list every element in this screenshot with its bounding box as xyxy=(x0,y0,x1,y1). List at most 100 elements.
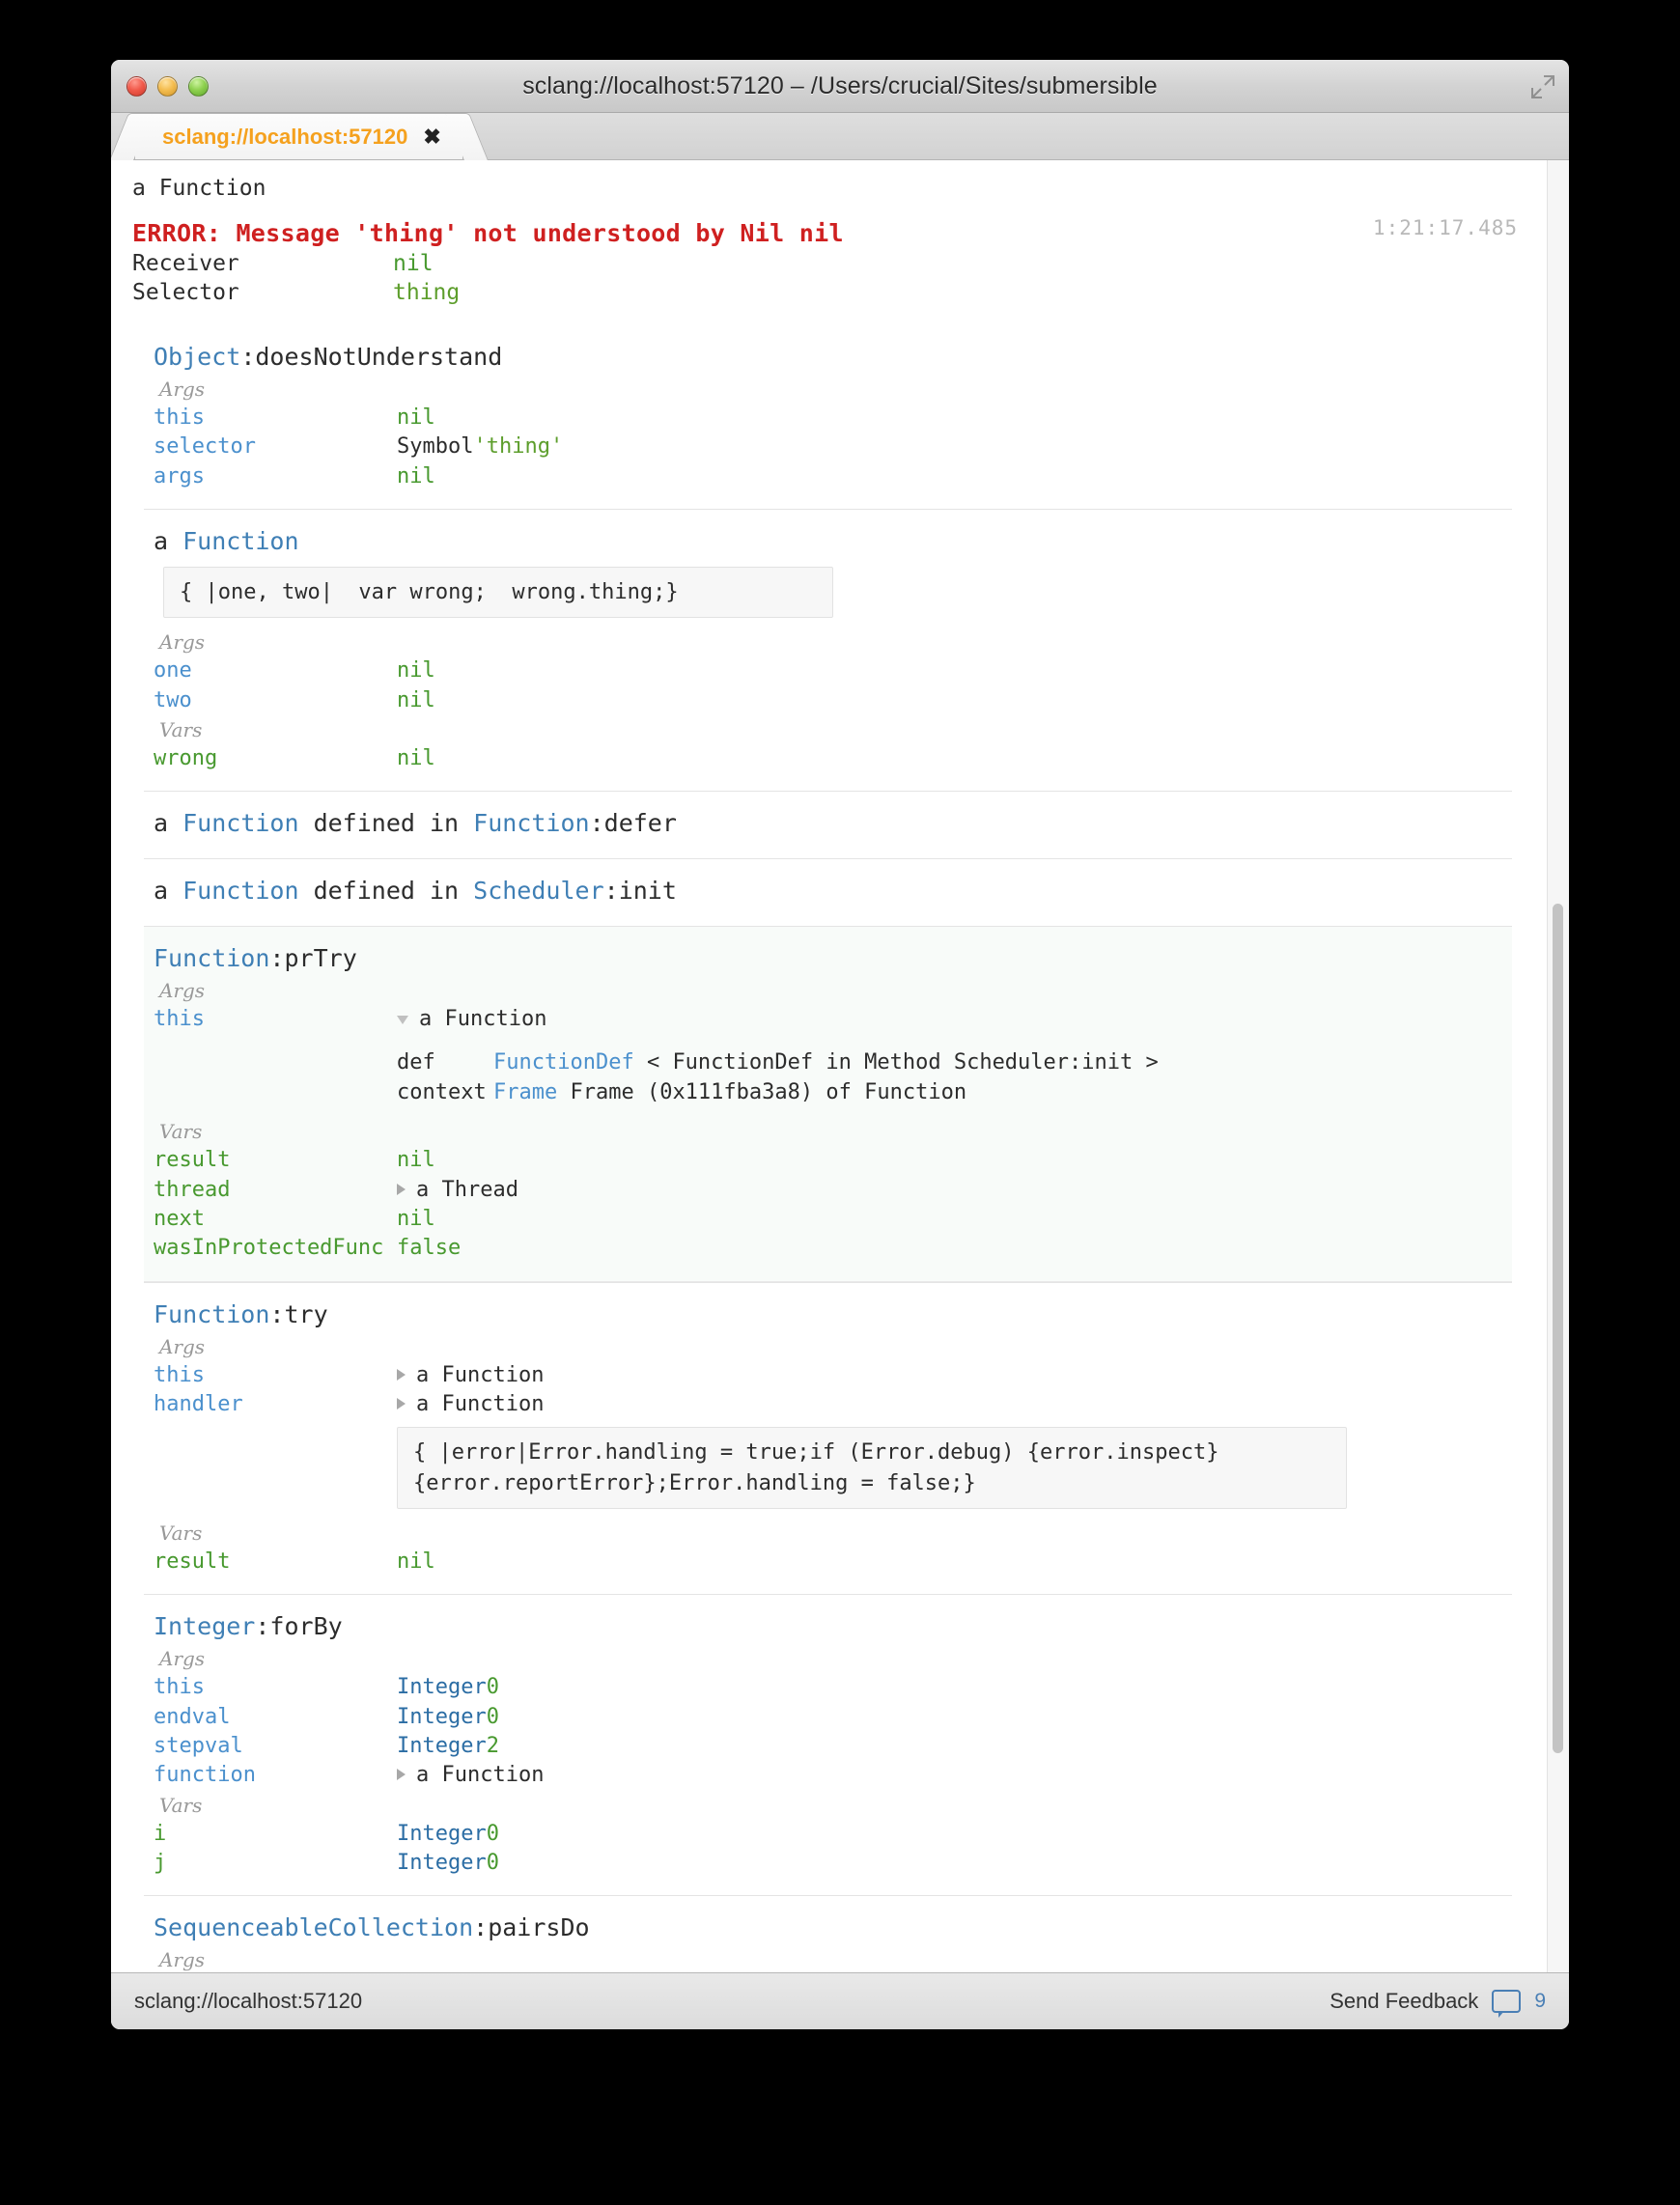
stack-frame-integer-forby[interactable]: Integer:forBy Args this Integer 0 endval Inte… xyxy=(144,1594,1512,1895)
error-receiver-value: nil xyxy=(393,250,434,276)
args-section-label: Args xyxy=(159,1948,206,1972)
variable-row[interactable]: args nil xyxy=(144,462,1512,491)
variable-row[interactable]: stepval Integer 2 xyxy=(144,1732,1512,1761)
scrollbar-thumb[interactable] xyxy=(1553,904,1563,1753)
variable-name: this xyxy=(154,405,205,430)
stack-frame-a-function-defined-in-scheduler-init[interactable]: a Function defined in Scheduler:init xyxy=(144,858,1512,926)
frame-defining-class: Scheduler xyxy=(473,877,604,906)
variable-row[interactable]: function a Function xyxy=(144,1761,1512,1790)
frame-header-prefix: a xyxy=(154,877,183,906)
detail-row: def FunctionDef < FunctionDef in Method S… xyxy=(144,1048,1512,1078)
variable-value: Integer 0 xyxy=(397,1704,499,1729)
variable-value: nil xyxy=(397,658,435,684)
vars-section-label: Vars xyxy=(159,1521,203,1545)
variable-row[interactable]: wasInProtectedFunc false xyxy=(144,1234,1512,1263)
disclosure-triangle-right[interactable] xyxy=(397,1183,406,1195)
variable-row[interactable]: endval Integer 0 xyxy=(144,1703,1512,1732)
source-code-box[interactable]: { |one, two| var wrong; wrong.thing;} xyxy=(163,567,833,619)
tab-sclang-localhost[interactable]: sclang://localhost:57120 ✖ xyxy=(134,113,463,159)
frame-header-prefix: a xyxy=(154,527,183,556)
variable-value: Symbol 'thing' xyxy=(397,434,564,460)
variable-value: false xyxy=(397,1236,462,1261)
error-selector-value: thing xyxy=(393,280,461,306)
variable-value: nil xyxy=(397,463,435,488)
variable-name: handler xyxy=(154,1392,243,1417)
args-section-label: Args xyxy=(159,377,206,401)
variable-row[interactable]: this a Function xyxy=(144,1005,1512,1034)
variable-row[interactable]: j Integer 0 xyxy=(144,1849,1512,1878)
close-button[interactable] xyxy=(126,75,147,97)
variable-value: Integer 0 xyxy=(397,1851,499,1876)
frame-title: a Function xyxy=(144,521,1512,559)
disclosure-triangle-right[interactable] xyxy=(397,1769,406,1781)
error-receiver-label: Receiver xyxy=(132,250,239,276)
variable-value: Integer 0 xyxy=(397,1675,499,1700)
frame-title: SequenceableCollection:pairsDo xyxy=(144,1908,1512,1945)
stack-frame-a-function-defined-in-function-defer[interactable]: a Function defined in Function:defer xyxy=(144,791,1512,858)
variable-value: a Function xyxy=(397,1390,544,1419)
variable-row[interactable]: result nil xyxy=(144,1146,1512,1175)
variable-row[interactable]: two nil xyxy=(144,686,1512,715)
stack-frame-sequenceablecollection-pairsdo[interactable]: SequenceableCollection:pairsDoArgsthisAr… xyxy=(144,1895,1512,1972)
variable-name: stepval xyxy=(154,1734,243,1759)
handler-source-code-box[interactable]: { |error|Error.handling = true;if (Error… xyxy=(397,1427,1347,1509)
variable-row[interactable]: result nil xyxy=(144,1548,1512,1577)
frame-class-name: Function xyxy=(182,527,299,556)
frame-title: Function:prTry xyxy=(144,938,1512,976)
stack-frame-function-prtry[interactable]: Function:prTry Args this a Function def Funct… xyxy=(144,926,1512,1282)
tab-close-icon[interactable]: ✖ xyxy=(423,125,440,149)
variable-name: result xyxy=(154,1148,231,1173)
frame-title: Function:try xyxy=(144,1295,1512,1332)
variable-name: args xyxy=(154,463,205,488)
variable-value: a Function xyxy=(397,1761,544,1790)
variable-name: selector xyxy=(154,434,256,460)
frame-method-name: doesNotUnderstand xyxy=(255,342,503,371)
stack-frame-a-function-wrong-thing[interactable]: a Function { |one, two| var wrong; wrong.… xyxy=(144,509,1512,791)
disclosure-triangle-down[interactable] xyxy=(397,1016,408,1025)
frame-title: a Function defined in Function:defer xyxy=(144,803,1512,841)
variable-value: a Function xyxy=(397,1005,546,1034)
top-result-line: a Function xyxy=(132,176,266,201)
variable-row[interactable]: this a Function xyxy=(144,1361,1512,1390)
variable-row[interactable]: i Integer 0 xyxy=(144,1820,1512,1849)
variable-value: nil xyxy=(397,746,435,771)
frame-method-name: prTry xyxy=(284,944,357,973)
send-feedback-button[interactable]: Send Feedback xyxy=(1330,1989,1478,2014)
variable-row[interactable]: selector Symbol 'thing' xyxy=(144,433,1512,461)
args-section-label: Args xyxy=(159,630,206,655)
variable-row[interactable]: next nil xyxy=(144,1205,1512,1234)
vars-section-label: Vars xyxy=(159,1120,203,1144)
frame-title: a Function defined in Scheduler:init xyxy=(144,871,1512,908)
content-area: a Function 1:21:17.485 ERROR: Message 't… xyxy=(111,160,1569,1972)
window-title: sclang://localhost:57120 – /Users/crucia… xyxy=(522,71,1158,99)
variable-row[interactable]: this nil xyxy=(144,404,1512,433)
chat-bubble-icon[interactable] xyxy=(1492,1990,1522,2018)
stack-frame-object-doesnotunderstand[interactable]: Object:doesNotUnderstand Args this nil selec… xyxy=(144,325,1512,509)
frame-title-separator: : xyxy=(269,1299,285,1328)
status-address: sclang://localhost:57120 xyxy=(134,1989,363,2013)
variable-row[interactable]: one nil xyxy=(144,656,1512,685)
error-report-scroll-region[interactable]: a Function 1:21:17.485 ERROR: Message 't… xyxy=(111,160,1547,1972)
zoom-button[interactable] xyxy=(188,75,209,97)
frame-defining-class: Function xyxy=(473,809,590,838)
disclosure-triangle-right[interactable] xyxy=(397,1368,406,1381)
resize-corner-icon[interactable] xyxy=(1530,74,1555,99)
variable-name: this xyxy=(154,1675,205,1700)
variable-name: two xyxy=(154,687,192,712)
variable-name: wasInProtectedFunc xyxy=(154,1236,384,1261)
variable-row[interactable]: wrong nil xyxy=(144,744,1512,773)
variable-row[interactable]: handler a Function xyxy=(144,1390,1512,1419)
minimize-button[interactable] xyxy=(157,75,178,97)
variable-row[interactable]: thread a Thread xyxy=(144,1176,1512,1205)
vertical-scrollbar[interactable] xyxy=(1547,160,1569,1972)
args-section-label: Args xyxy=(159,1647,206,1671)
variable-name: result xyxy=(154,1549,231,1574)
variable-row[interactable]: this Integer 0 xyxy=(144,1673,1512,1702)
error-headline: ERROR: Message 'thing' not understood by… xyxy=(132,218,844,247)
frame-title: Object:doesNotUnderstand xyxy=(144,337,1512,375)
variable-name: i xyxy=(154,1821,167,1846)
variable-name: wrong xyxy=(154,746,218,771)
stack-frame-function-try[interactable]: Function:try Args this a Function handler a F… xyxy=(144,1281,1512,1595)
disclosure-triangle-right[interactable] xyxy=(397,1398,406,1410)
frame-class-name: Integer xyxy=(154,1612,256,1641)
